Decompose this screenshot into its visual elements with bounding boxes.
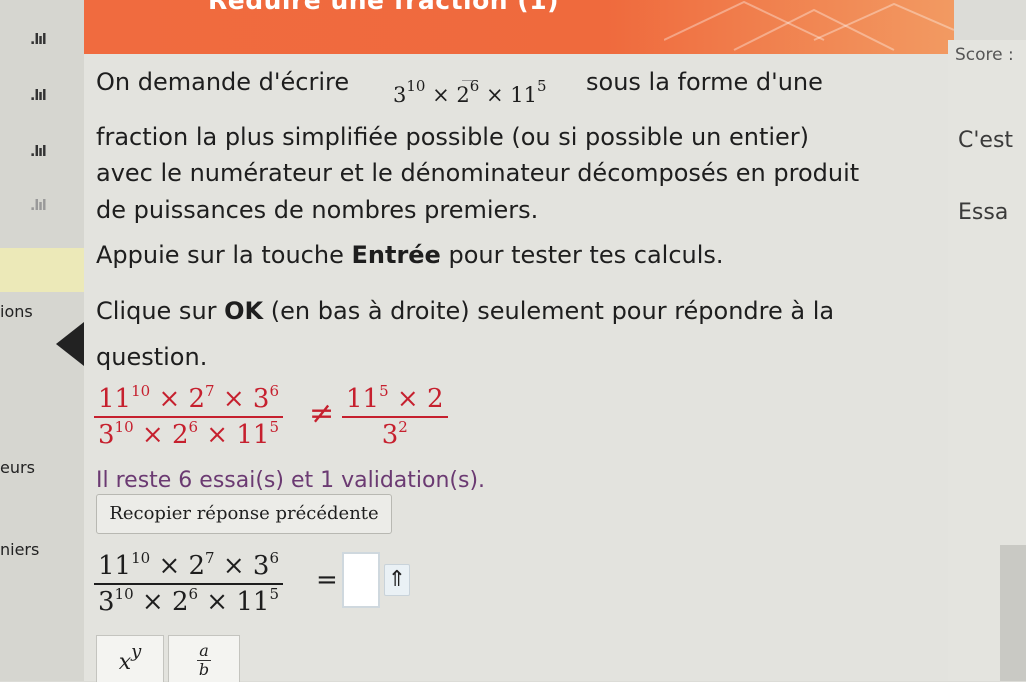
header-decoration-icon <box>664 0 954 51</box>
history-up-button[interactable]: ⇑ <box>384 564 410 596</box>
ok-hint: Clique sur OK (en bas à droite) seulemen… <box>96 297 835 325</box>
equals-sign: = <box>316 565 338 595</box>
copy-previous-answer-button[interactable]: Recopier réponse précédente <box>96 494 392 534</box>
attempt-expression: 1110 × 27 × 36 310 × 26 × 115 <box>94 384 283 450</box>
exercise-header: Réduire une fraction (1) <box>84 0 954 54</box>
bar-chart-icon[interactable]: .lıl <box>30 32 52 48</box>
left-sidebar: .lıl .lıl .lıl .lıl ions eurs niers <box>0 0 84 681</box>
not-equal-sign: ≠ <box>309 396 335 431</box>
score-label: Score : <box>955 45 1014 65</box>
power-key-base: x <box>118 650 132 675</box>
ok-hint-line2: question. <box>96 343 208 371</box>
question-expression: 1110 × 27 × 36 310 × 26 × 115 <box>94 551 283 617</box>
attempt-answer: 115 × 2 32 <box>342 384 448 450</box>
attempts-text: Essa <box>958 200 1009 225</box>
answer-input[interactable] <box>342 552 380 608</box>
bar-chart-icon[interactable]: .lıl <box>30 144 52 160</box>
fraction-key-numerator: a <box>197 642 211 661</box>
instruction-line: de puissances de nombres premiers. <box>96 196 539 224</box>
fraction-key-denominator: b <box>198 660 210 679</box>
power-key-exponent: y <box>131 641 142 662</box>
bar-chart-icon[interactable]: .lıl <box>30 88 52 104</box>
sidebar-highlight <box>0 248 84 292</box>
collapse-sidebar-icon[interactable] <box>56 322 84 366</box>
instruction-line: On demande d'écrire <box>96 68 350 96</box>
instruction-line: fraction la plus simplifiée possible (ou… <box>96 123 810 151</box>
feedback-text: C'est <box>958 128 1014 153</box>
bar-chart-icon[interactable]: .lıl <box>30 198 52 214</box>
exercise-title: Réduire une fraction (1) <box>208 0 560 15</box>
instruction-line: sous la forme d'une <box>586 68 823 96</box>
right-panel-box <box>1000 545 1026 681</box>
sidebar-item-label[interactable]: niers <box>0 540 39 559</box>
instruction-line: avec le numérateur et le dénominateur dé… <box>96 159 860 187</box>
fraction-key[interactable]: a b <box>168 635 240 682</box>
power-key[interactable]: xy <box>96 635 164 682</box>
attempts-status: Il reste 6 essai(s) et 1 validation(s). <box>96 468 486 493</box>
enter-hint: Appuie sur la touche Entrée pour tester … <box>96 241 724 269</box>
sidebar-item-label[interactable]: ions <box>0 302 33 321</box>
sidebar-item-label[interactable]: eurs <box>0 458 35 477</box>
inline-expression: 310 × 26 × 115 <box>393 54 547 108</box>
